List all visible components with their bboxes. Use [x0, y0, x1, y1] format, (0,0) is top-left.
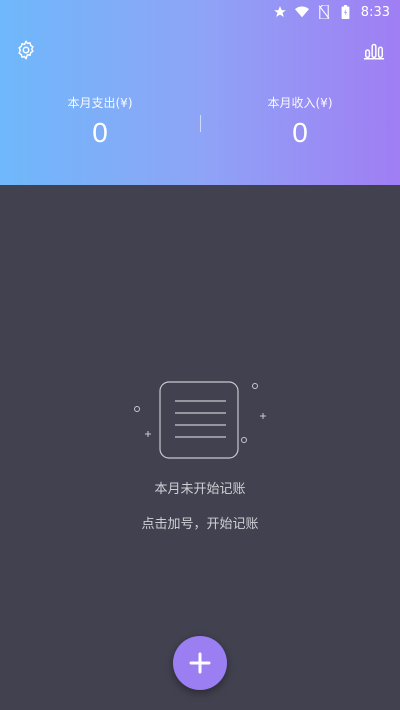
no-sim-icon — [317, 5, 331, 19]
battery-charging-icon — [339, 5, 353, 19]
empty-hint: 点击加号，开始记账 — [141, 517, 259, 532]
status-time: 8:33 — [360, 4, 390, 20]
stats-chart-icon[interactable] — [362, 38, 386, 62]
status-bar: 8:33 — [0, 0, 400, 24]
expense-value: 0 — [92, 117, 108, 148]
add-record-button[interactable] — [173, 636, 227, 690]
expense-label: 本月支出(¥) — [67, 96, 133, 110]
plus-icon — [189, 652, 211, 674]
star-icon — [273, 5, 287, 19]
summary-divider — [200, 115, 201, 132]
income-label: 本月收入(¥) — [267, 96, 333, 110]
monthly-expense: 本月支出(¥) 0 — [0, 92, 200, 149]
empty-notebook-icon — [134, 381, 266, 459]
wifi-icon — [294, 5, 309, 19]
summary-header: 8:33 本月支出(¥) 0 本月收入(¥) 0 — [0, 0, 400, 185]
monthly-income: 本月收入(¥) 0 — [200, 92, 400, 149]
income-value: 0 — [292, 117, 308, 148]
settings-gear-icon[interactable] — [14, 38, 38, 62]
empty-title: 本月未开始记账 — [154, 482, 246, 497]
